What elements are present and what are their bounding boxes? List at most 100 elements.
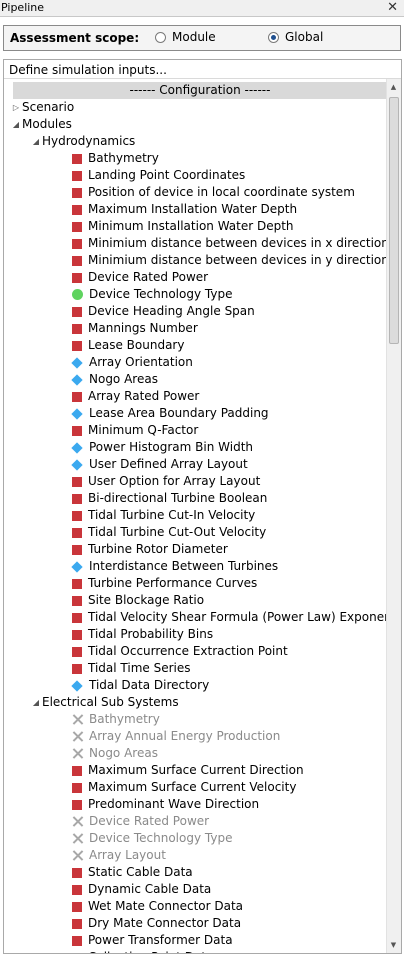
tree-item-label: Minimum Q-Factor [88, 423, 199, 437]
tree-item-label: Dynamic Cable Data [88, 882, 212, 896]
tree-item[interactable]: Array Rated Power [4, 388, 386, 405]
required-input-icon [72, 952, 82, 953]
tree-item-label: Tidal Data Directory [89, 678, 210, 692]
required-input-icon [72, 323, 82, 334]
collapse-arrow-icon[interactable]: ◢ [10, 116, 22, 133]
scope-module-radio[interactable]: Module [155, 30, 216, 44]
tree-node-label: Scenario [22, 100, 75, 114]
scrollbar-thumb[interactable] [389, 97, 399, 344]
tree-item[interactable]: Maximum Surface Current Velocity [4, 779, 386, 796]
required-input-icon [72, 476, 82, 487]
tree-item[interactable]: Minimium distance between devices in y d… [4, 252, 389, 269]
tree-item[interactable]: Landing Point Coordinates [4, 167, 386, 184]
required-input-icon [72, 918, 82, 929]
unavailable-input-icon [72, 748, 83, 759]
expand-arrow-icon[interactable]: ▷ [10, 99, 22, 116]
tree-item[interactable]: User Option for Array Layout [4, 473, 386, 490]
tree-item[interactable]: Device Technology Type [4, 830, 386, 847]
tree-item[interactable]: Static Cable Data [4, 864, 386, 881]
tree-item[interactable]: Wet Mate Connector Data [4, 898, 386, 915]
tree-item[interactable]: Collection Point Data [4, 949, 386, 953]
tree-item[interactable]: Power Transformer Data [4, 932, 386, 949]
tree-item[interactable]: Turbine Rotor Diameter [4, 541, 386, 558]
tree-node-modules[interactable]: ◢ Modules [4, 116, 386, 133]
collapse-arrow-icon[interactable]: ◢ [30, 133, 42, 150]
optional-input-icon [71, 458, 83, 471]
tree-node-electrical-sub-systems[interactable]: ◢ Electrical Sub Systems [4, 694, 386, 711]
tree-item[interactable]: Interdistance Between Turbines [4, 558, 386, 575]
configuration-section-header: ------ Configuration ------ [13, 82, 387, 99]
tree-item[interactable]: Nogo Areas [4, 371, 386, 388]
required-input-icon [72, 612, 82, 623]
tree-item-label: Maximum Installation Water Depth [88, 202, 298, 216]
tree-item-label: Minimum Installation Water Depth [88, 219, 294, 233]
tree-item[interactable]: Device Technology Type [4, 286, 386, 303]
tree-item[interactable]: Array Annual Energy Production [4, 728, 386, 745]
tree-item[interactable]: Lease Boundary [4, 337, 386, 354]
tree-item[interactable]: Lease Area Boundary Padding [4, 405, 386, 422]
tree-item-label: Tidal Velocity Shear Formula (Power Law)… [88, 610, 397, 624]
tree-item[interactable]: Tidal Data Directory [4, 677, 386, 694]
radio-button-module[interactable] [155, 31, 166, 43]
tree-item[interactable]: Predominant Wave Direction [4, 796, 386, 813]
required-input-icon [72, 884, 82, 895]
tree-item[interactable]: Tidal Time Series [4, 660, 386, 677]
tree-item[interactable]: Mannings Number [4, 320, 386, 337]
tree-item[interactable]: Tidal Occurrence Extraction Point [4, 643, 386, 660]
tree-item[interactable]: Nogo Areas [4, 745, 386, 762]
tree-item[interactable]: Device Rated Power [4, 269, 386, 286]
radio-button-global[interactable] [268, 31, 279, 43]
tree-item[interactable]: User Defined Array Layout [4, 456, 386, 473]
required-input-icon [72, 510, 82, 521]
required-input-icon [72, 646, 82, 657]
tree-item[interactable]: Power Histogram Bin Width [4, 439, 386, 456]
unavailable-input-icon [72, 850, 83, 861]
tree-item-label: Bathymetry [88, 151, 159, 165]
close-icon[interactable]: ✕ [387, 0, 398, 15]
tree-item[interactable]: Turbine Performance Curves [4, 575, 386, 592]
tree-item[interactable]: Minimum Q-Factor [4, 422, 386, 439]
tree-item[interactable]: Tidal Probability Bins [4, 626, 386, 643]
scroll-down-arrow-icon[interactable]: ▼ [387, 938, 400, 952]
scope-global-radio[interactable]: Global [268, 30, 323, 44]
tree-item[interactable]: Minimium distance between devices in x d… [4, 235, 389, 252]
tree-item[interactable]: Device Rated Power [4, 813, 386, 830]
tree-item[interactable]: Site Blockage Ratio [4, 592, 386, 609]
tree-item[interactable]: Array Layout [4, 847, 386, 864]
tree-item[interactable]: Device Heading Angle Span [4, 303, 386, 320]
inputs-panel: Define simulation inputs... ------ Confi… [3, 59, 402, 954]
scroll-up-arrow-icon[interactable]: ▲ [387, 80, 400, 94]
tree-item-label: Power Histogram Bin Width [89, 440, 254, 454]
required-input-icon [72, 578, 82, 589]
required-input-icon [72, 187, 82, 198]
scope-global-label: Global [285, 30, 324, 44]
required-input-icon [72, 221, 82, 232]
tree-node-scenario[interactable]: ▷ Scenario [4, 99, 386, 116]
tree-item[interactable]: Bi-directional Turbine Boolean [4, 490, 386, 507]
tree-item-label: Nogo Areas [89, 372, 158, 386]
tree-node-hydrodynamics[interactable]: ◢ Hydrodynamics [4, 133, 386, 150]
tree-item-label: Bi-directional Turbine Boolean [88, 491, 268, 505]
vertical-scrollbar[interactable]: ▲ ▼ [386, 79, 401, 953]
tree-item-label: Interdistance Between Turbines [89, 559, 279, 573]
tree-item[interactable]: Bathymetry [4, 150, 386, 167]
tree-item-label: Maximum Surface Current Velocity [88, 780, 297, 794]
tree-item[interactable]: Bathymetry [4, 711, 386, 728]
tree-item[interactable]: Maximum Surface Current Direction [4, 762, 386, 779]
tree-item[interactable]: Dry Mate Connector Data [4, 915, 386, 932]
collapse-arrow-icon[interactable]: ◢ [30, 694, 42, 711]
tree-item-label: Collection Point Data [88, 949, 213, 953]
tree-item[interactable]: Dynamic Cable Data [4, 881, 386, 898]
required-input-icon [72, 595, 82, 606]
tree-item[interactable]: Position of device in local coordinate s… [4, 184, 386, 201]
tree-item-label: Bathymetry [89, 712, 160, 726]
unavailable-input-icon [72, 714, 83, 725]
tree-item[interactable]: Minimum Installation Water Depth [4, 218, 386, 235]
tree-node-label: Electrical Sub Systems [42, 695, 179, 709]
tree-item[interactable]: Tidal Turbine Cut-Out Velocity [4, 524, 386, 541]
tree-item[interactable]: Array Orientation [4, 354, 386, 371]
tree-item[interactable]: Maximum Installation Water Depth [4, 201, 386, 218]
tree-item-label: Site Blockage Ratio [88, 593, 205, 607]
tree-item[interactable]: Tidal Velocity Shear Formula (Power Law)… [4, 609, 396, 626]
tree-item[interactable]: Tidal Turbine Cut-In Velocity [4, 507, 386, 524]
